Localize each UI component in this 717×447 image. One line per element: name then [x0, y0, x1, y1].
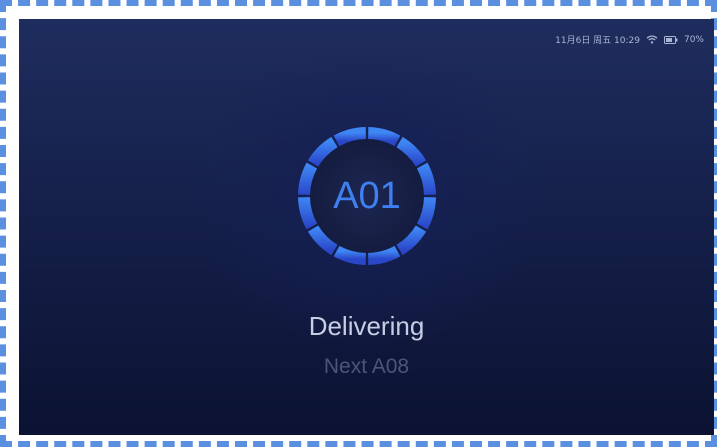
wifi-icon — [646, 35, 658, 44]
battery-icon — [663, 35, 678, 44]
battery-percentage: 70% — [683, 34, 704, 45]
current-ticket-number: A01 — [333, 174, 401, 217]
status-bar: 11月6日 周五 10:29 70% — [555, 33, 704, 47]
display-screen: 11月6日 周五 10:29 70% A01 Delivering Next A… — [19, 19, 714, 435]
delivery-status: Delivering — [308, 311, 425, 341]
next-ticket: Next A08 — [323, 355, 410, 378]
screenshot-frame: 11月6日 周五 10:29 70% A01 Delivering Next A… — [0, 0, 717, 447]
status-datetime: 11月6日 周五 10:29 — [555, 36, 640, 46]
ticket-ring: A01 — [294, 123, 440, 269]
